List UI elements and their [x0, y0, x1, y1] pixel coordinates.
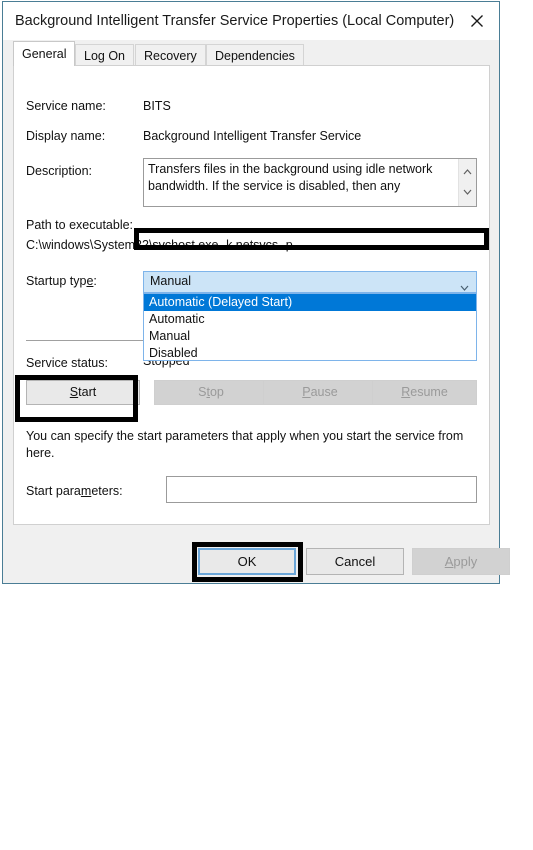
description-scrollbar[interactable]: [458, 159, 476, 206]
stop-button: Stop: [154, 380, 268, 405]
description-label: Description:: [26, 164, 92, 178]
general-tab-panel: Service name: BITS Display name: Backgro…: [13, 65, 490, 525]
start-parameters-label: Start parameters:: [26, 484, 123, 498]
tab-dependencies[interactable]: Dependencies: [206, 44, 304, 66]
tab-general[interactable]: General: [13, 41, 76, 66]
title-bar: Background Intelligent Transfer Service …: [3, 2, 499, 40]
scroll-up-icon[interactable]: [459, 163, 476, 180]
service-name-value: BITS: [143, 99, 171, 113]
resume-button: Resume: [372, 380, 477, 405]
apply-button: Apply: [412, 548, 510, 575]
scroll-down-icon[interactable]: [459, 183, 476, 200]
tab-log-on[interactable]: Log On: [75, 44, 135, 66]
close-glyph: [471, 15, 483, 27]
display-name-value: Background Intelligent Transfer Service: [143, 129, 362, 143]
path-to-executable-label: Path to executable:: [26, 218, 134, 232]
start-parameters-hint: You can specify the start parameters tha…: [26, 429, 464, 460]
chevron-down-glyph: [460, 285, 469, 291]
close-icon[interactable]: [455, 2, 499, 40]
chevron-up-glyph: [463, 168, 472, 174]
service-status-label: Service status:: [26, 356, 108, 370]
start-button[interactable]: Start: [26, 380, 140, 405]
dropdown-option-automatic-delayed-start[interactable]: Automatic (Delayed Start): [144, 294, 476, 311]
window-title: Background Intelligent Transfer Service …: [15, 13, 455, 29]
tab-recovery[interactable]: Recovery: [135, 44, 206, 66]
startup-type-label: Startup type:: [26, 274, 97, 288]
startup-type-dropdown-list[interactable]: Automatic (Delayed Start) Automatic Manu…: [143, 293, 477, 361]
startup-type-combobox[interactable]: Manual: [143, 271, 477, 293]
path-to-executable-value: C:\windows\System32\svchost.exe -k netsv…: [26, 238, 293, 252]
pause-button: Pause: [263, 380, 377, 405]
service-properties-dialog: Background Intelligent Transfer Service …: [2, 1, 510, 584]
start-parameters-input[interactable]: [166, 476, 477, 503]
description-value: Transfers files in the background using …: [148, 162, 433, 193]
tab-strip: General Log On Recovery Dependencies: [3, 40, 499, 66]
cancel-button[interactable]: Cancel: [306, 548, 404, 575]
service-name-label: Service name:: [26, 99, 106, 113]
description-textbox[interactable]: Transfers files in the background using …: [143, 158, 477, 207]
ok-button[interactable]: OK: [198, 548, 296, 575]
chevron-down-glyph: [463, 189, 472, 195]
dropdown-option-disabled[interactable]: Disabled: [144, 345, 476, 362]
dropdown-option-automatic[interactable]: Automatic: [144, 311, 476, 328]
startup-type-value: Manual: [150, 274, 191, 288]
display-name-label: Display name:: [26, 129, 106, 143]
dropdown-option-manual[interactable]: Manual: [144, 328, 476, 345]
